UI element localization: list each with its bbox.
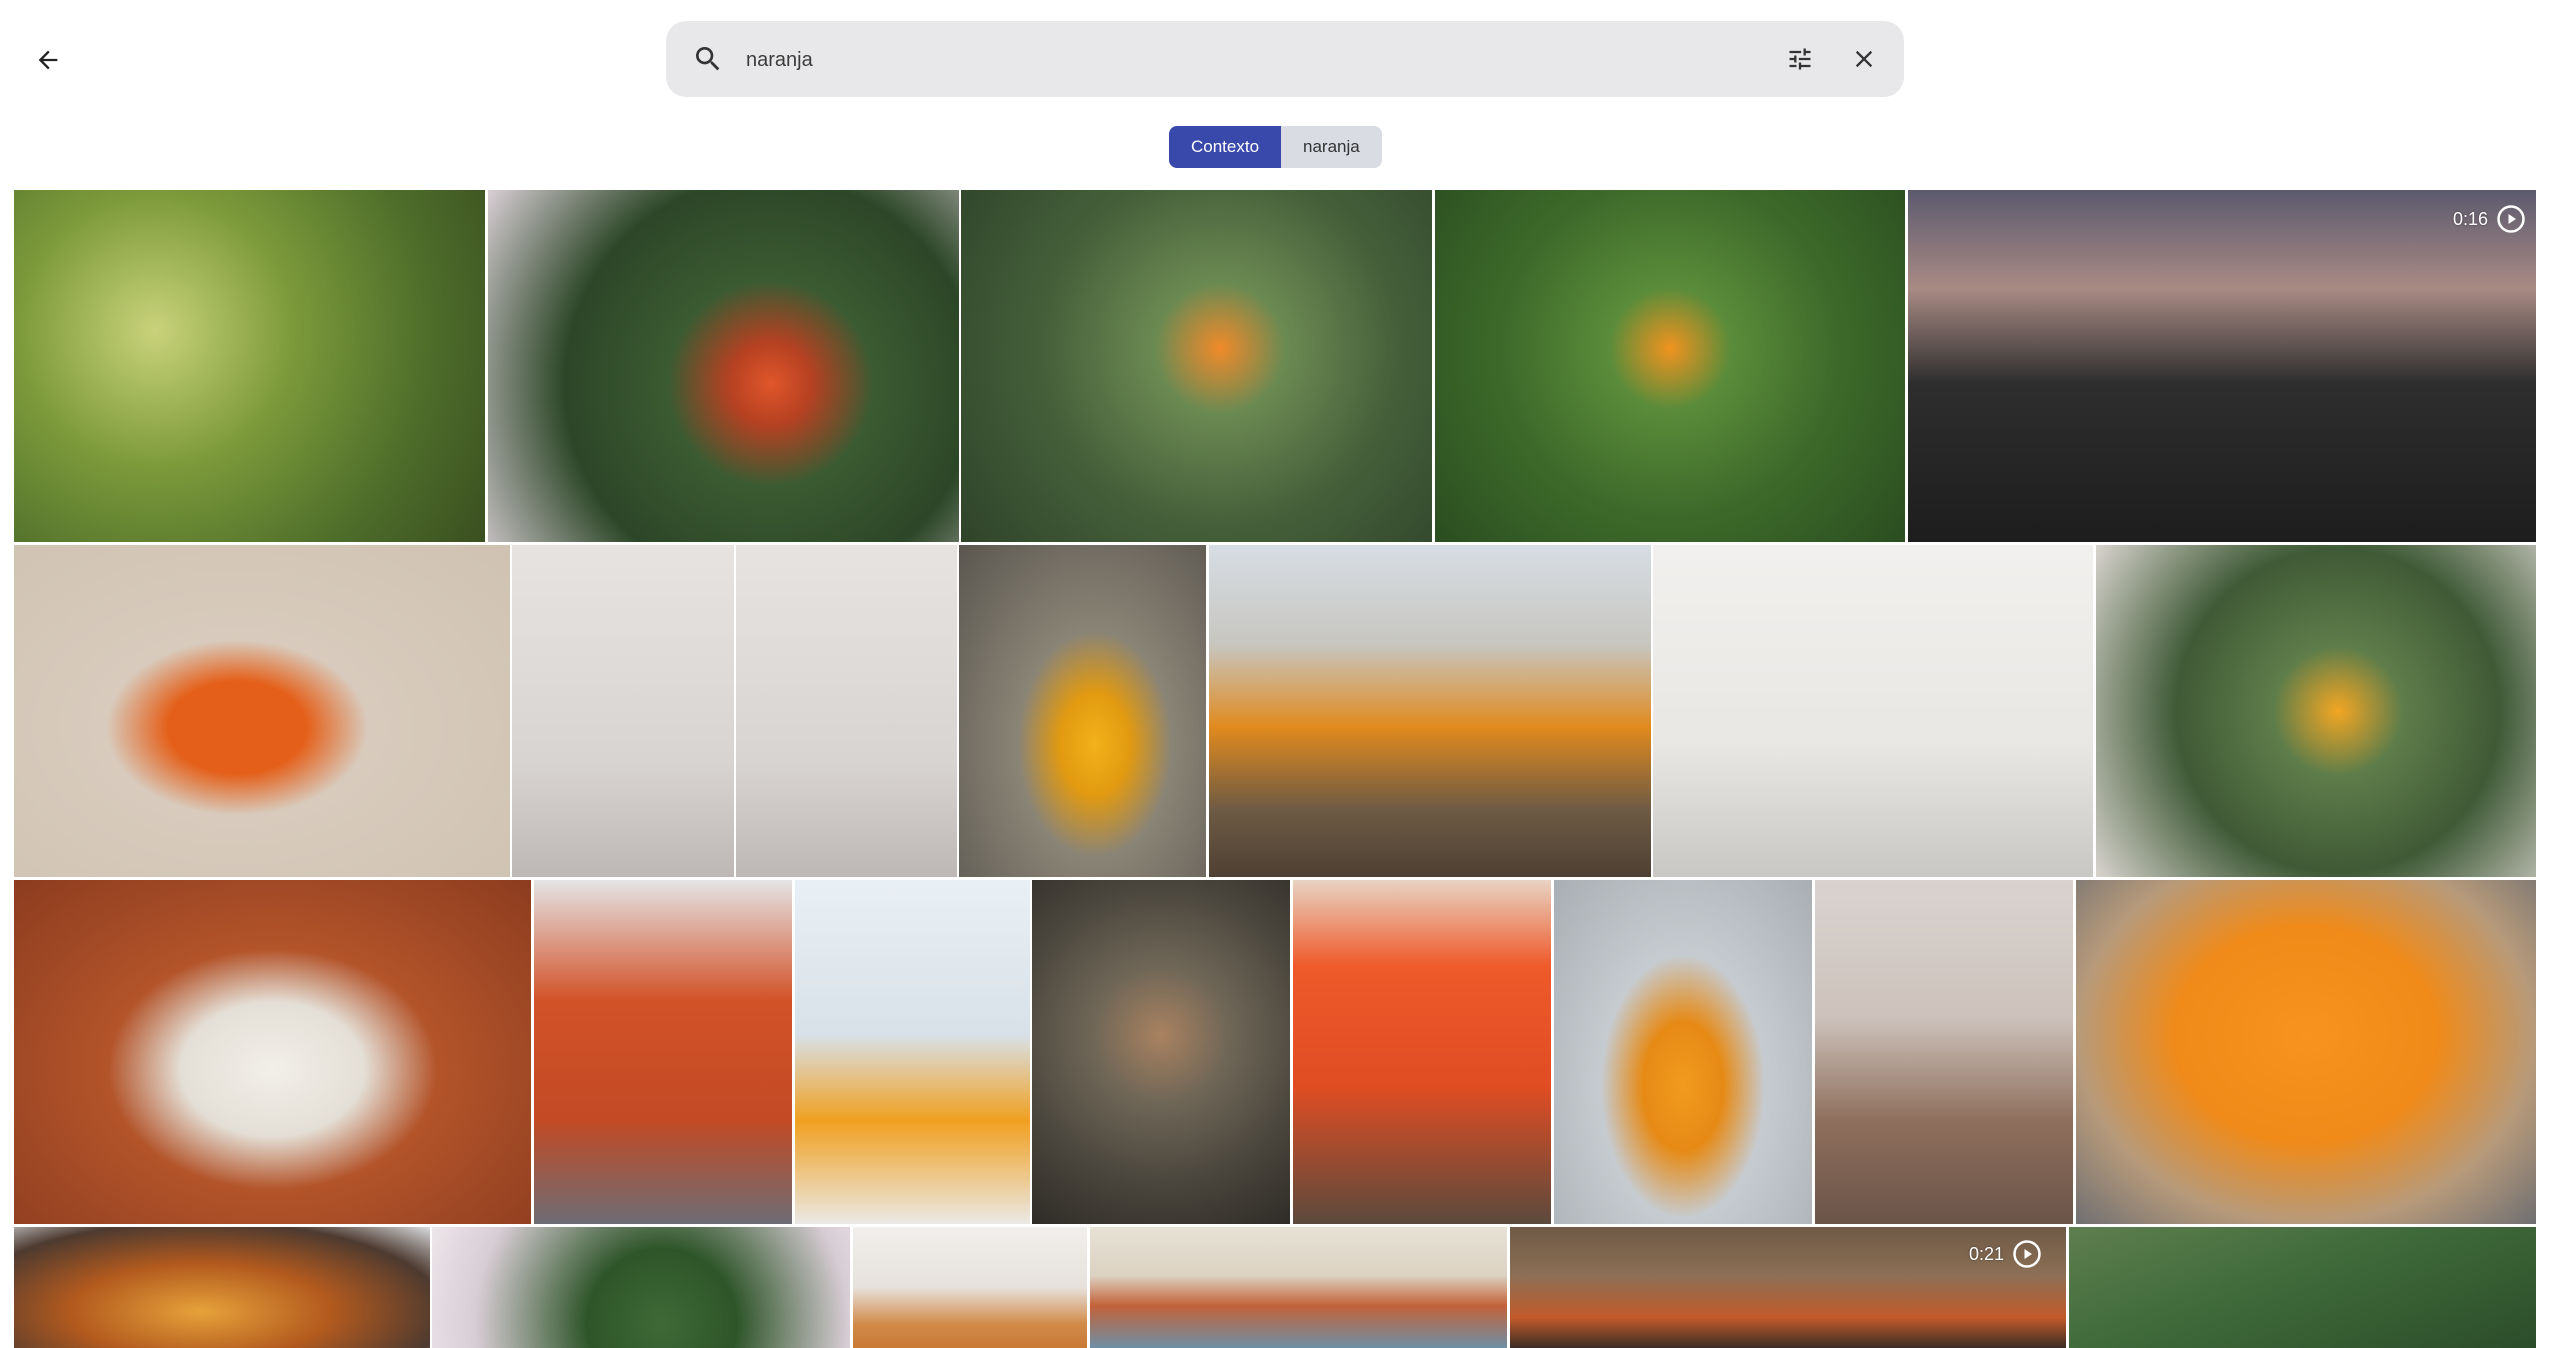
photo-tile[interactable] (736, 545, 957, 877)
video-duration: 0:21 (1969, 1239, 2042, 1269)
photo-tile[interactable] (959, 545, 1206, 877)
photo-image (959, 545, 1206, 877)
video-tile[interactable]: 0:16 (1908, 190, 2536, 542)
duration-label: 0:21 (1968, 1243, 2004, 1264)
photo-tile[interactable] (1554, 880, 1812, 1224)
photo-tile[interactable] (14, 880, 531, 1224)
play-circle-icon (2497, 205, 2525, 233)
photo-tile[interactable] (1090, 1227, 1507, 1348)
photo-image (14, 545, 510, 877)
photo-image (795, 880, 1030, 1224)
duration-label: 0:16 (2452, 208, 2488, 229)
search-input[interactable] (744, 39, 1648, 81)
photo-tile[interactable] (853, 1227, 1087, 1348)
arrow-back-icon (38, 50, 58, 70)
photo-image (14, 1227, 430, 1348)
photo-tile[interactable] (1435, 190, 1905, 542)
photo-image (1032, 880, 1290, 1224)
video-tile[interactable]: 0:21 (1510, 1227, 2066, 1348)
photo-tile[interactable] (14, 1227, 430, 1348)
photo-tile[interactable] (1209, 545, 1651, 877)
photo-image (1435, 190, 1905, 542)
photo-image (961, 190, 1432, 542)
photo-image (736, 545, 957, 877)
photo-image (1653, 545, 2093, 877)
photo-image (1293, 880, 1551, 1224)
photo-tile[interactable] (1653, 545, 2093, 877)
photo-image (2076, 880, 2536, 1224)
photo-image (512, 545, 734, 877)
chip-naranja[interactable]: naranja (1281, 126, 1382, 168)
photo-image (488, 190, 959, 542)
photo-image (1090, 1227, 1507, 1348)
chip-contexto[interactable]: Contexto (1169, 126, 1281, 168)
photo-tile[interactable] (2069, 1227, 2536, 1348)
photo-image (14, 190, 485, 542)
photo-tile[interactable] (795, 880, 1030, 1224)
search-icon (696, 47, 720, 71)
photo-tile[interactable] (534, 880, 792, 1224)
filter-button[interactable] (1782, 41, 1818, 77)
photo-tile[interactable] (1032, 880, 1290, 1224)
photo-image (1554, 880, 1812, 1224)
photo-image (432, 1227, 850, 1348)
clear-search-button[interactable] (1846, 41, 1882, 77)
photo-tile[interactable] (961, 190, 1432, 542)
photo-image (1209, 545, 1651, 877)
photo-tile[interactable] (14, 545, 510, 877)
video-duration: 0:16 (2453, 204, 2526, 234)
tune-icon (1789, 48, 1811, 70)
play-circle-icon (2013, 1240, 2041, 1268)
search-bar (666, 21, 1904, 97)
photo-tile[interactable] (14, 190, 485, 542)
photo-tile[interactable] (1293, 880, 1551, 1224)
photo-tile[interactable] (512, 545, 734, 877)
filter-chips: Contexto naranja (1169, 126, 1382, 168)
photo-tile[interactable] (2076, 880, 2536, 1224)
photo-tile[interactable] (432, 1227, 850, 1348)
photo-image (14, 880, 531, 1224)
photo-tile[interactable] (1815, 880, 2073, 1224)
photo-image (2069, 1227, 2536, 1348)
photo-tile[interactable] (488, 190, 959, 542)
photo-tile[interactable] (2096, 545, 2536, 877)
video-thumbnail (1908, 190, 2536, 542)
back-button[interactable] (24, 36, 72, 84)
photo-image (1815, 880, 2073, 1224)
photo-image (2096, 545, 2536, 877)
photo-image (534, 880, 792, 1224)
photo-image (853, 1227, 1087, 1348)
close-icon (1855, 50, 1873, 68)
